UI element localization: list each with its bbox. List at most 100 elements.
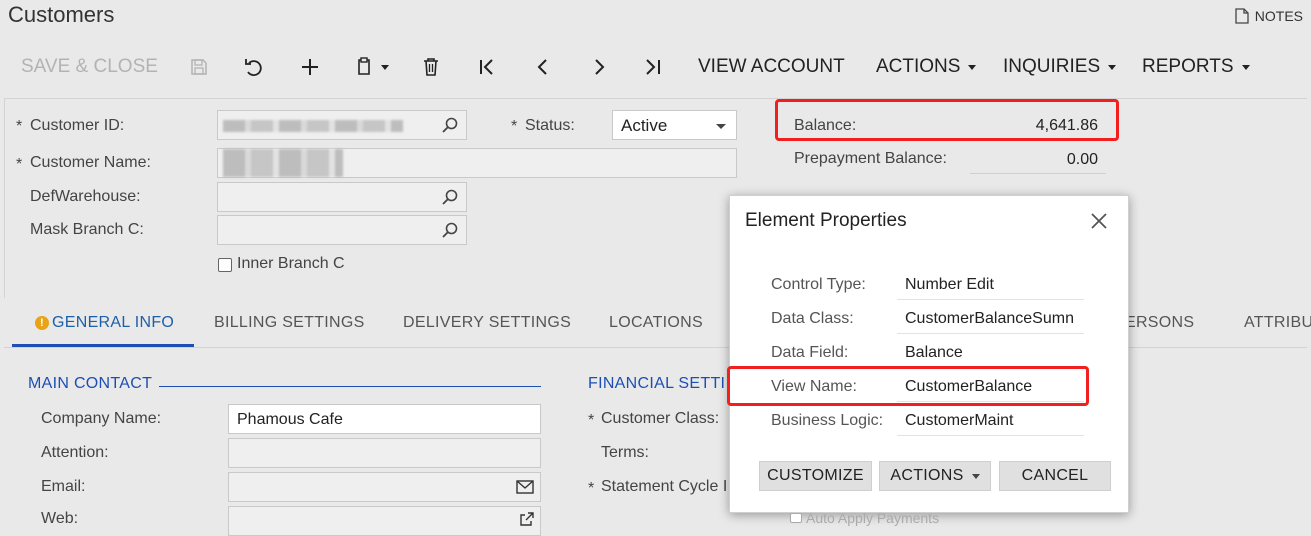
- inquiries-menu[interactable]: INQUIRIES: [1003, 50, 1117, 84]
- business-logic-value: CustomerMaint: [905, 412, 1014, 429]
- notes-label: NOTES: [1254, 8, 1303, 24]
- status-label: Status:: [525, 117, 575, 134]
- company-name-label: Company Name:: [41, 410, 162, 427]
- required-marker: *: [16, 156, 23, 173]
- previous-record-icon[interactable]: [533, 50, 553, 84]
- required-marker: *: [588, 412, 595, 429]
- first-record-icon[interactable]: [477, 50, 497, 84]
- field-underline: [897, 299, 1084, 300]
- reports-menu[interactable]: REPORTS: [1142, 50, 1250, 84]
- statement-cycle-label: Statement Cycle I: [601, 478, 728, 495]
- control-type-label: Control Type:: [771, 276, 866, 293]
- web-field[interactable]: [228, 506, 541, 536]
- mail-icon[interactable]: [516, 480, 534, 494]
- section-line: [159, 386, 541, 387]
- def-warehouse-field[interactable]: [217, 182, 467, 212]
- terms-label: Terms:: [601, 444, 649, 461]
- actions-label: ACTIONS: [876, 56, 961, 77]
- required-marker: *: [511, 118, 518, 135]
- required-marker: *: [588, 480, 595, 497]
- email-field[interactable]: [228, 472, 541, 502]
- cancel-button[interactable]: CANCEL: [999, 461, 1111, 491]
- chevron-down-icon: [381, 64, 389, 70]
- tab-general-info[interactable]: ! GENERAL INFO: [35, 314, 174, 332]
- warning-icon: !: [35, 316, 49, 330]
- def-warehouse-label: DefWarehouse:: [30, 188, 141, 205]
- customer-class-label: Customer Class:: [601, 410, 720, 427]
- email-label: Email:: [41, 478, 86, 495]
- clipboard-icon: [358, 57, 370, 75]
- chevron-down-icon: [971, 473, 980, 479]
- dialog-title: Element Properties: [745, 210, 907, 231]
- financial-settings-heading: FINANCIAL SETTI: [588, 375, 726, 392]
- close-icon[interactable]: [1090, 212, 1108, 230]
- chevron-down-icon: [716, 124, 726, 129]
- required-marker: *: [16, 118, 23, 135]
- inner-branch-checkbox[interactable]: [218, 258, 232, 272]
- mask-branch-field[interactable]: [217, 215, 467, 245]
- customer-id-field[interactable]: [217, 110, 467, 140]
- tab-attributes[interactable]: ATTRIBU: [1244, 314, 1311, 332]
- web-label: Web:: [41, 510, 79, 527]
- last-record-icon[interactable]: [643, 50, 663, 84]
- balance-highlight: [775, 99, 1119, 141]
- chevron-down-icon: [968, 64, 977, 70]
- prepayment-balance-label: Prepayment Balance:: [794, 150, 947, 167]
- customer-name-label: Customer Name:: [30, 154, 151, 171]
- view-account-button[interactable]: VIEW ACCOUNT: [698, 50, 845, 84]
- customer-name-field[interactable]: [217, 148, 737, 178]
- redacted-value: [223, 120, 403, 132]
- redacted-value: [223, 149, 343, 177]
- mask-branch-label: Mask Branch C:: [30, 221, 144, 238]
- undo-icon[interactable]: [243, 50, 265, 84]
- notes-button[interactable]: NOTES: [1235, 8, 1303, 24]
- toolbar: SAVE & CLOSE VIEW ACCOUNT ACTIONS INQUIR…: [0, 50, 1311, 84]
- copy-paste-button[interactable]: [355, 50, 389, 84]
- actions-menu[interactable]: ACTIONS: [876, 50, 977, 84]
- auto-apply-label: Auto Apply Payments: [806, 510, 940, 526]
- reports-label: REPORTS: [1142, 56, 1234, 77]
- tab-billing-settings[interactable]: BILLING SETTINGS: [214, 314, 365, 332]
- inner-branch-label: Inner Branch C: [237, 255, 345, 272]
- attention-field[interactable]: [228, 438, 541, 468]
- divider: [4, 98, 5, 298]
- dialog-actions-label: ACTIONS: [890, 467, 964, 484]
- save-close-button[interactable]: SAVE & CLOSE: [21, 50, 158, 84]
- company-name-field[interactable]: Phamous Cafe: [228, 404, 541, 434]
- external-link-icon[interactable]: [520, 512, 534, 526]
- save-icon[interactable]: [189, 50, 209, 84]
- auto-apply-checkbox[interactable]: [790, 513, 802, 523]
- tab-label: GENERAL INFO: [52, 314, 175, 331]
- control-type-value: Number Edit: [905, 276, 994, 293]
- element-properties-dialog: Element Properties Control Type: Number …: [729, 195, 1129, 513]
- search-icon[interactable]: [442, 117, 458, 133]
- field-underline: [897, 333, 1084, 334]
- view-name-highlight: [727, 366, 1089, 406]
- tab-delivery-settings[interactable]: DELIVERY SETTINGS: [403, 314, 571, 332]
- inquiries-label: INQUIRIES: [1003, 56, 1101, 77]
- prepayment-balance-value[interactable]: 0.00: [980, 151, 1098, 169]
- note-icon: [1235, 8, 1249, 24]
- add-icon[interactable]: [299, 50, 321, 84]
- data-field-label: Data Field:: [771, 344, 849, 361]
- tab-locations[interactable]: LOCATIONS: [609, 314, 703, 332]
- data-field-value: Balance: [905, 344, 963, 361]
- delete-icon[interactable]: [422, 50, 440, 84]
- data-class-value: CustomerBalanceSumn: [905, 310, 1074, 327]
- search-icon[interactable]: [442, 189, 458, 205]
- attention-label: Attention:: [41, 444, 109, 461]
- status-select[interactable]: Active: [612, 110, 737, 140]
- search-icon[interactable]: [442, 222, 458, 238]
- dialog-actions-button[interactable]: ACTIONS: [879, 461, 991, 491]
- business-logic-label: Business Logic:: [771, 412, 884, 429]
- chevron-down-icon: [1241, 64, 1250, 70]
- main-contact-heading: MAIN CONTACT: [28, 375, 153, 392]
- data-class-label: Data Class:: [771, 310, 854, 327]
- customer-id-label: Customer ID:: [30, 117, 125, 134]
- customize-button[interactable]: CUSTOMIZE: [759, 461, 872, 491]
- chevron-down-icon: [1108, 64, 1117, 70]
- status-value: Active: [621, 116, 668, 135]
- field-underline: [970, 173, 1106, 174]
- next-record-icon[interactable]: [589, 50, 609, 84]
- page-title: Customers: [8, 2, 115, 27]
